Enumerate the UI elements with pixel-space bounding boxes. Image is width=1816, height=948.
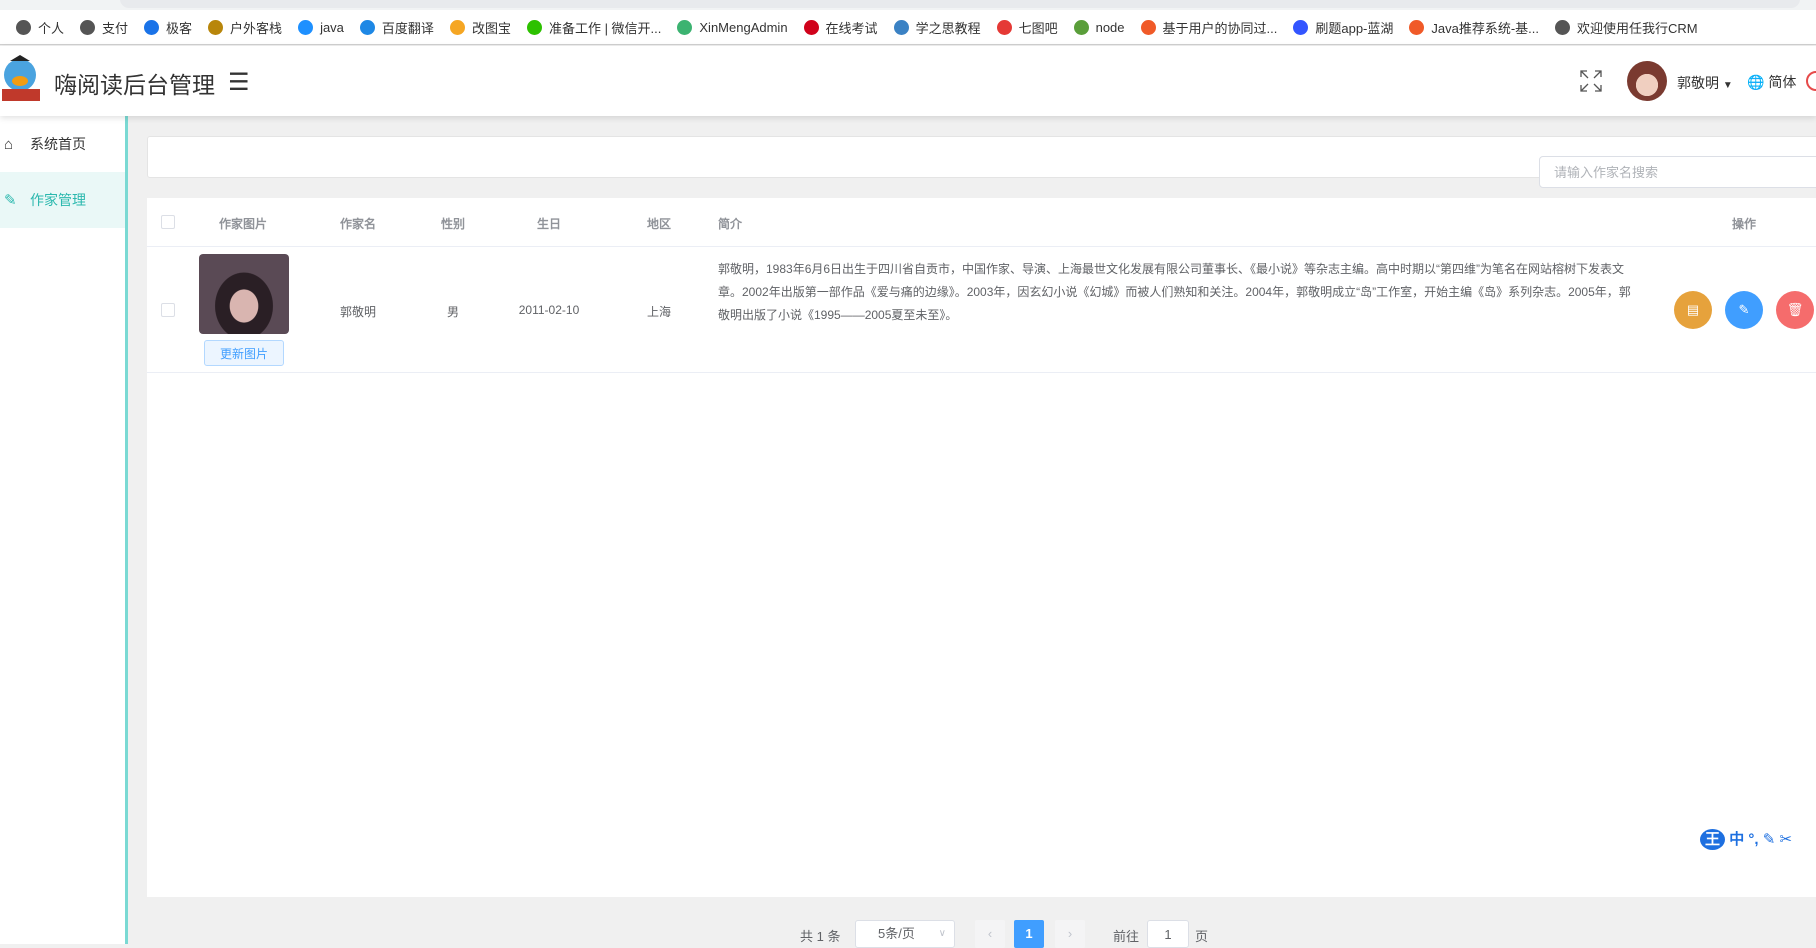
bookmark-favicon-icon: [1409, 19, 1425, 35]
globe-icon: 🌐: [1747, 74, 1765, 90]
author-region: 上海: [646, 305, 672, 319]
bookmark-favicon-icon: [449, 19, 465, 35]
bookmark-item[interactable]: 欢迎使用任我行CRM: [1555, 18, 1698, 37]
bookmarks-bar: 个人 支付 极客 户外客栈 java 百度翻译 改图宝 准备工作 | 微信开... XinMen…: [0, 10, 1816, 45]
sidebar: ⌂ 系统首页 ✎ 作家管理: [0, 116, 128, 944]
col-name: 作家名: [339, 217, 377, 231]
col-region: 地区: [646, 217, 672, 231]
col-birthday: 生日: [536, 217, 562, 231]
col-intro: 简介: [718, 217, 743, 231]
app-title: 嗨阅读后台管理: [54, 72, 215, 98]
bookmark-favicon-icon: [359, 19, 375, 35]
bookmark-favicon-icon: [1293, 19, 1309, 35]
bookmark-favicon-icon: [80, 19, 96, 35]
bookmark-favicon-icon: [1555, 19, 1571, 35]
bookmark-item[interactable]: node: [1073, 19, 1125, 35]
chevron-down-icon: ∨: [938, 928, 946, 939]
authors-table: 作家图片 作家名 性别 生日 地区 简介 操作 更新图片 郭敬明 男 2011-…: [147, 198, 1816, 897]
author-search-input[interactable]: [1539, 156, 1816, 188]
edit-icon: ✎: [1738, 302, 1750, 317]
caret-down-icon: ▼: [1722, 80, 1733, 91]
menu-toggle-icon[interactable]: ☰: [228, 68, 250, 97]
update-photo-button[interactable]: 更新图片: [204, 340, 284, 366]
address-bar: [0, 0, 1816, 10]
document-icon: ▤: [1686, 302, 1700, 317]
home-icon: ⌂: [4, 135, 14, 153]
detail-button[interactable]: ▤: [1674, 291, 1712, 329]
avatar[interactable]: [1627, 61, 1667, 101]
bookmark-item[interactable]: 准备工作 | 微信开...: [526, 18, 661, 37]
bookmark-item[interactable]: 百度翻译: [359, 18, 434, 37]
bookmark-favicon-icon: [803, 19, 819, 35]
author-birthday: 2011-02-10: [518, 303, 580, 317]
goto-suffix: 页: [1195, 929, 1209, 944]
bookmark-favicon-icon: [298, 19, 314, 35]
bookmark-item[interactable]: 刷题app-蓝湖: [1293, 18, 1393, 37]
goto-label: 前往: [1113, 929, 1140, 944]
author-photo: [199, 254, 289, 334]
bookmark-item[interactable]: java: [298, 19, 344, 35]
bookmark-item[interactable]: 学之思教程: [893, 18, 981, 37]
fullscreen-icon[interactable]: [1580, 70, 1602, 92]
bookmark-favicon-icon: [208, 19, 224, 35]
bookmark-item[interactable]: 七图吧: [996, 18, 1058, 37]
bookmark-favicon-icon: [1140, 19, 1156, 35]
language-switch[interactable]: 🌐 简体: [1747, 72, 1796, 92]
bookmark-item[interactable]: XinMengAdmin: [677, 19, 788, 35]
user-menu[interactable]: 郭敬明 ▼: [1677, 73, 1733, 93]
select-all-checkbox[interactable]: [161, 215, 175, 229]
total-count: 共 1 条: [800, 929, 841, 944]
bookmark-item[interactable]: 基于用户的协同过...: [1140, 18, 1277, 37]
sidebar-item-authors[interactable]: ✎ 作家管理: [0, 172, 125, 228]
bookmark-favicon-icon: [677, 19, 693, 35]
col-photo: 作家图片: [218, 217, 268, 231]
bookmark-favicon-icon: [893, 19, 909, 35]
table-header: 作家图片 作家名 性别 生日 地区 简介 操作: [147, 198, 1816, 247]
bookmark-item[interactable]: 支付: [80, 18, 128, 37]
ime-logo-icon: 王: [1700, 829, 1726, 850]
author-intro: 郭敬明，1983年6月6日出生于四川省自贡市，中国作家、导演、上海最世文化发展有…: [718, 262, 1631, 322]
author-gender: 男: [446, 305, 460, 319]
bookmark-item[interactable]: 户外客栈: [208, 18, 282, 37]
bookmark-item[interactable]: 在线考试: [803, 18, 878, 37]
bookmark-item[interactable]: 改图宝: [449, 18, 511, 37]
logo-icon: [2, 55, 40, 101]
power-icon[interactable]: [1806, 71, 1816, 91]
row-checkbox[interactable]: [161, 303, 175, 317]
table-row: 更新图片 郭敬明 男 2011-02-10 上海 郭敬明，1983年6月6日出生…: [147, 247, 1816, 373]
bookmark-favicon-icon: [16, 19, 31, 35]
sidebar-item-home[interactable]: ⌂ 系统首页: [0, 116, 125, 172]
edit-button[interactable]: ✎: [1725, 291, 1763, 329]
bookmark-item[interactable]: 极客: [144, 18, 192, 37]
bookmark-favicon-icon: [996, 19, 1012, 35]
col-gender: 性别: [440, 217, 466, 231]
delete-button[interactable]: 🗑: [1776, 291, 1814, 329]
edit-icon: ✎: [4, 192, 17, 209]
ime-toolbar[interactable]: 王 中 °, ✎ ✂: [1700, 828, 1792, 850]
bookmark-item[interactable]: 个人: [16, 18, 64, 37]
trash-icon: 🗑: [1786, 302, 1804, 317]
bookmark-favicon-icon: [144, 19, 160, 35]
bookmark-item[interactable]: Java推荐系统-基...: [1409, 18, 1539, 37]
bookmark-favicon-icon: [1073, 19, 1089, 35]
bookmark-favicon-icon: [526, 19, 542, 35]
author-name: 郭敬明: [339, 305, 377, 319]
app-header: 嗨阅读后台管理 ☰ 郭敬明 ▼ 🌐 简体: [0, 46, 1816, 116]
col-actions: 操作: [1731, 217, 1757, 231]
